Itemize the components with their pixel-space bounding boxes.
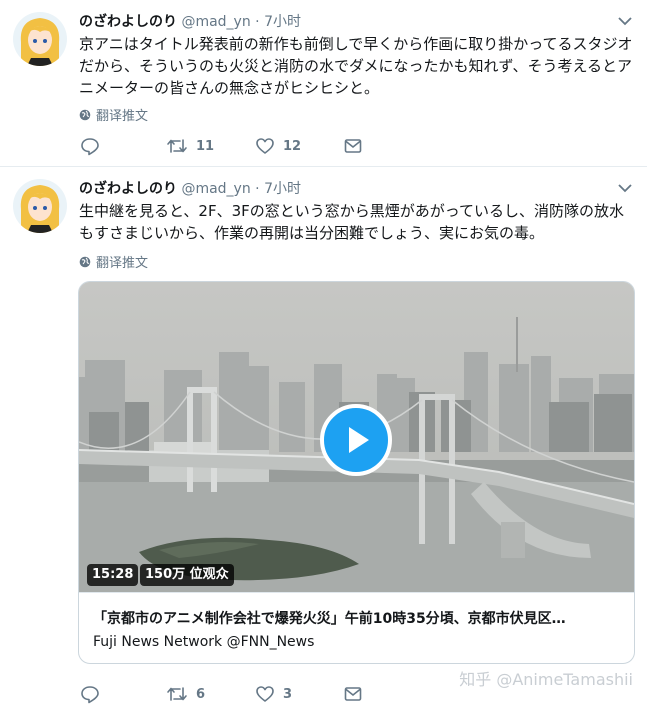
video-thumbnail[interactable]: 15:28 150万 位观众 xyxy=(79,282,634,592)
action-bar: 6 3 xyxy=(80,684,380,706)
tweet[interactable]: のざわよしのり @mad_yn · 7小时 京アニはタイトル発表前の新作も前倒し… xyxy=(0,0,647,167)
tweet-text: 京アニはタイトル発表前の新作も前倒しで早くから作画に取り掛かってるスタジオだから… xyxy=(79,35,633,97)
retweet-button[interactable]: 6 xyxy=(166,684,205,704)
watermark: 知乎 @AnimeTamashii xyxy=(459,670,633,689)
card-info[interactable]: 「京都市のアニメ制作会社で爆発火災」午前10時35分頃、京都市伏見区… Fuji… xyxy=(79,592,634,663)
like-button[interactable]: 3 xyxy=(255,684,292,704)
retweet-count: 11 xyxy=(196,138,215,154)
reply-icon xyxy=(81,138,99,156)
message-icon xyxy=(344,687,362,701)
tweet[interactable]: のざわよしのり @mad_yn · 7小时 生中継を見ると、2F、3Fの窓という… xyxy=(0,167,647,714)
retweet-button[interactable]: 11 xyxy=(166,136,214,156)
retweet-icon xyxy=(167,687,187,701)
chevron-down-icon[interactable] xyxy=(617,180,633,196)
direct-message-button[interactable] xyxy=(343,684,363,704)
retweet-count: 6 xyxy=(196,686,206,702)
reply-button[interactable] xyxy=(80,684,108,704)
like-count: 12 xyxy=(283,138,302,154)
tweet-text: 生中継を見ると、2F、3Fの窓という窓から黒煙があがっているし、消防隊の放水もす… xyxy=(79,202,624,242)
timestamp[interactable]: 7小时 xyxy=(264,14,301,30)
reply-button[interactable] xyxy=(80,136,108,156)
translate-link[interactable]: 翻译推文 xyxy=(79,252,148,271)
reply-icon xyxy=(81,686,99,704)
timestamp[interactable]: 7小时 xyxy=(264,181,301,197)
view-count: 150万 位观众 xyxy=(140,564,234,586)
video-duration: 15:28 xyxy=(87,564,139,586)
globe-icon xyxy=(79,256,91,267)
card-source[interactable]: Fuji News Network @FNN_News xyxy=(93,634,314,650)
chevron-down-icon[interactable] xyxy=(617,13,633,29)
separator: · xyxy=(255,181,260,197)
display-name[interactable]: のざわよしのり xyxy=(79,181,177,197)
play-button[interactable] xyxy=(320,404,392,476)
like-button[interactable]: 12 xyxy=(255,136,301,156)
translate-label: 翻译推文 xyxy=(96,109,149,124)
like-icon xyxy=(256,686,274,702)
message-icon xyxy=(344,139,362,153)
action-bar: 11 12 xyxy=(80,136,380,158)
translate-label: 翻译推文 xyxy=(96,256,149,271)
retweet-icon xyxy=(167,139,187,153)
translate-link[interactable]: 翻译推文 xyxy=(79,105,148,124)
avatar[interactable] xyxy=(13,12,67,66)
avatar[interactable] xyxy=(13,179,67,233)
handle[interactable]: @mad_yn xyxy=(181,14,250,30)
separator: · xyxy=(255,14,260,30)
card-title[interactable]: 「京都市のアニメ制作会社で爆発火災」午前10時35分頃、京都市伏見区… xyxy=(93,608,618,628)
play-icon xyxy=(349,427,369,453)
display-name[interactable]: のざわよしのり xyxy=(79,14,177,30)
direct-message-button[interactable] xyxy=(343,136,363,156)
globe-icon xyxy=(79,109,91,120)
like-icon xyxy=(256,138,274,154)
like-count: 3 xyxy=(283,686,293,702)
handle[interactable]: @mad_yn xyxy=(181,181,250,197)
video-card[interactable]: 15:28 150万 位观众 「京都市のアニメ制作会社で爆発火災」午前10時35… xyxy=(78,281,635,664)
